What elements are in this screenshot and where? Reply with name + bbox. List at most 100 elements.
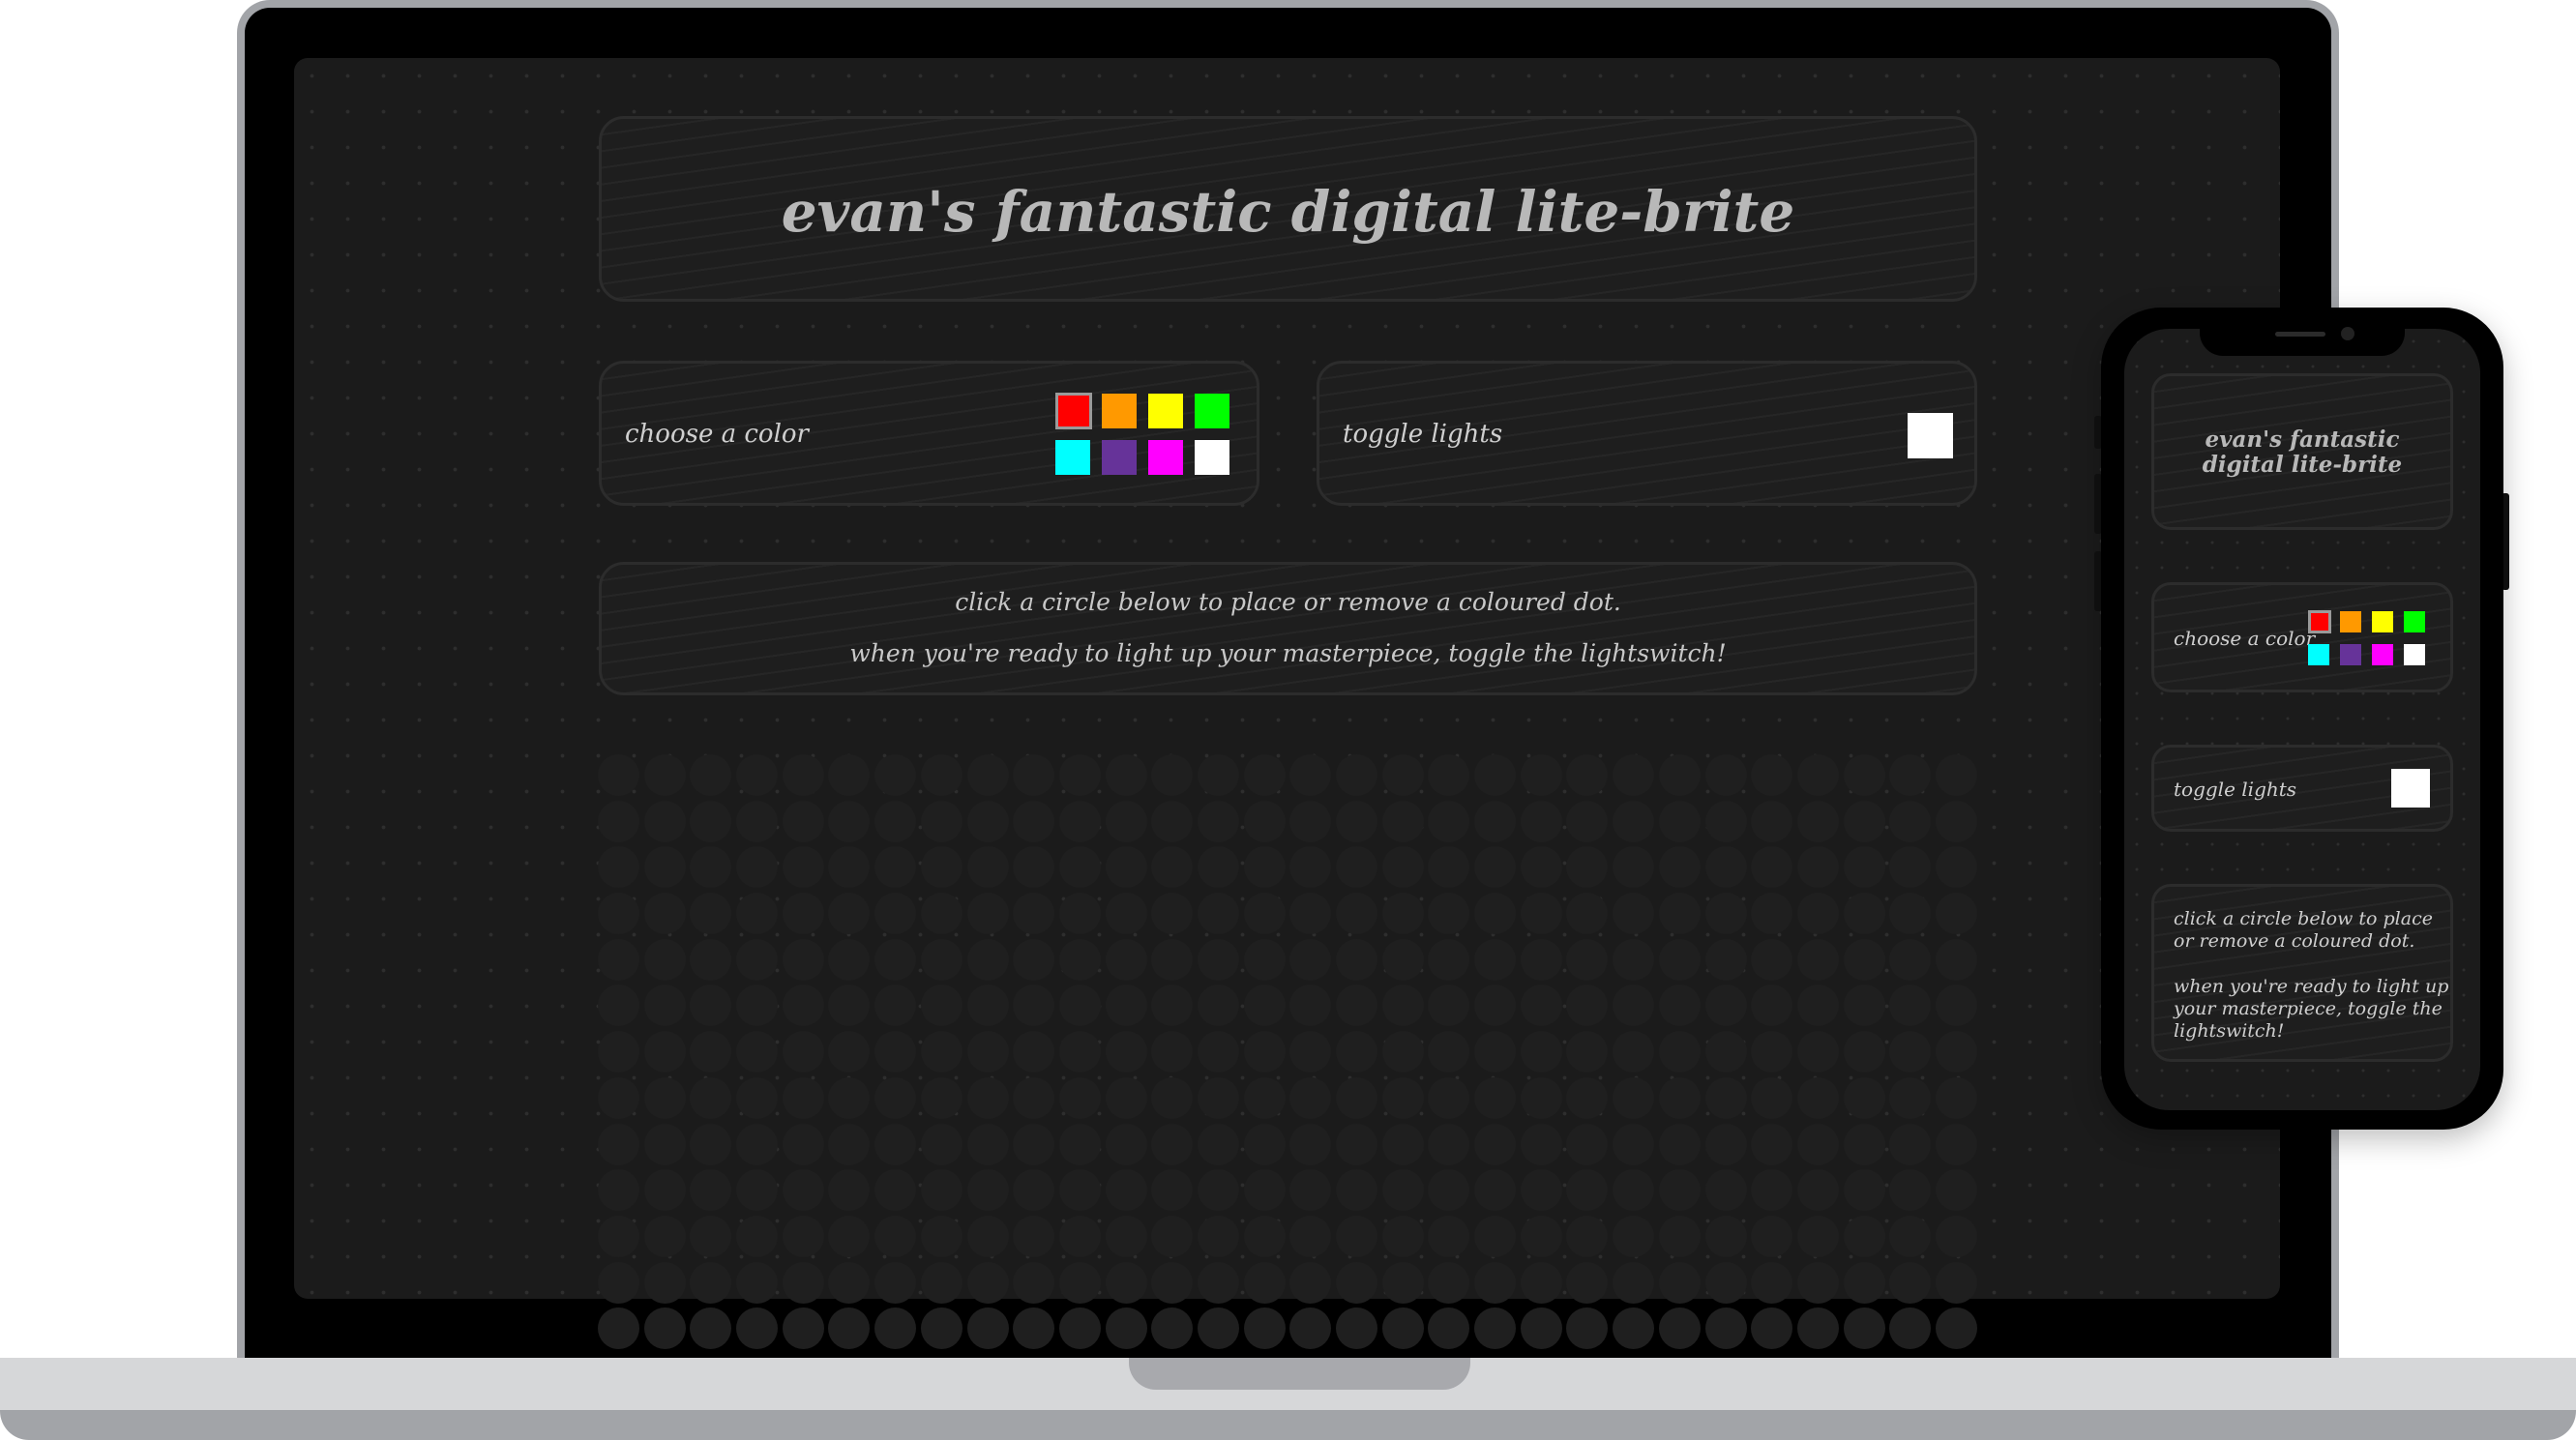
grid-circle[interactable] — [1520, 984, 1562, 1027]
mobile-swatch-orange[interactable] — [2340, 611, 2361, 632]
grid-circle[interactable] — [1243, 1169, 1286, 1212]
grid-circle[interactable] — [1935, 1169, 1977, 1212]
swatch-purple[interactable] — [1102, 440, 1137, 475]
grid-circle[interactable] — [1889, 1261, 1932, 1304]
grid-circle[interactable] — [1243, 1308, 1286, 1350]
grid-circle[interactable] — [690, 893, 732, 935]
grid-circle[interactable] — [1796, 893, 1839, 935]
grid-circle[interactable] — [1704, 1123, 1747, 1165]
grid-circle[interactable] — [1935, 1031, 1977, 1073]
grid-circle[interactable] — [1428, 754, 1470, 796]
grid-circle[interactable] — [1474, 1031, 1517, 1073]
grid-circle[interactable] — [690, 846, 732, 889]
grid-circle[interactable] — [1566, 1123, 1609, 1165]
grid-circle[interactable] — [643, 1261, 686, 1304]
grid-circle[interactable] — [1474, 1076, 1517, 1119]
grid-circle[interactable] — [1243, 938, 1286, 981]
grid-circle[interactable] — [782, 1169, 824, 1212]
grid-circle[interactable] — [598, 1215, 639, 1257]
mobile-swatch-yellow[interactable] — [2372, 611, 2393, 632]
grid-circle[interactable] — [598, 754, 639, 796]
grid-circle[interactable] — [1105, 1215, 1147, 1257]
grid-circle[interactable] — [1105, 1031, 1147, 1073]
grid-circle[interactable] — [1704, 893, 1747, 935]
grid-circle[interactable] — [1381, 893, 1424, 935]
grid-circle[interactable] — [1289, 893, 1332, 935]
grid-circle[interactable] — [828, 754, 871, 796]
grid-circle[interactable] — [1428, 1169, 1470, 1212]
grid-circle[interactable] — [828, 984, 871, 1027]
grid-circle[interactable] — [1336, 1169, 1377, 1212]
grid-circle[interactable] — [1658, 893, 1701, 935]
grid-circle[interactable] — [1935, 1215, 1977, 1257]
grid-circle[interactable] — [1151, 1076, 1194, 1119]
grid-circle[interactable] — [690, 938, 732, 981]
grid-circle[interactable] — [874, 1123, 917, 1165]
grid-circle[interactable] — [1105, 1308, 1147, 1350]
grid-circle[interactable] — [1751, 846, 1793, 889]
grid-circle[interactable] — [1704, 1308, 1747, 1350]
grid-circle[interactable] — [1197, 938, 1239, 981]
grid-circle[interactable] — [1336, 754, 1377, 796]
grid-circle[interactable] — [920, 1215, 962, 1257]
grid-circle[interactable] — [1613, 893, 1655, 935]
grid-circle[interactable] — [920, 984, 962, 1027]
grid-circle[interactable] — [1381, 846, 1424, 889]
mobile-swatch-magenta[interactable] — [2372, 644, 2393, 665]
grid-circle[interactable] — [874, 846, 917, 889]
grid-circle[interactable] — [1336, 1261, 1377, 1304]
grid-circle[interactable] — [920, 846, 962, 889]
grid-circle[interactable] — [874, 754, 917, 796]
grid-circle[interactable] — [1289, 1076, 1332, 1119]
grid-circle[interactable] — [736, 1261, 779, 1304]
grid-circle[interactable] — [1336, 1123, 1377, 1165]
grid-circle[interactable] — [1613, 1215, 1655, 1257]
grid-circle[interactable] — [966, 1031, 1009, 1073]
grid-circle[interactable] — [736, 846, 779, 889]
grid-circle[interactable] — [782, 984, 824, 1027]
grid-circle[interactable] — [1843, 754, 1885, 796]
grid-circle[interactable] — [1889, 1169, 1932, 1212]
grid-circle[interactable] — [1336, 1031, 1377, 1073]
grid-circle[interactable] — [1566, 800, 1609, 842]
grid-circle[interactable] — [1566, 1076, 1609, 1119]
grid-circle[interactable] — [736, 754, 779, 796]
grid-circle[interactable] — [1658, 938, 1701, 981]
grid-circle[interactable] — [1843, 984, 1885, 1027]
grid-circle[interactable] — [1751, 1215, 1793, 1257]
grid-circle[interactable] — [736, 1031, 779, 1073]
grid-circle[interactable] — [1474, 893, 1517, 935]
grid-circle[interactable] — [920, 1169, 962, 1212]
grid-circle[interactable] — [966, 1261, 1009, 1304]
grid-circle[interactable] — [1843, 1076, 1885, 1119]
grid-circle[interactable] — [1843, 1031, 1885, 1073]
grid-circle[interactable] — [1613, 1031, 1655, 1073]
grid-circle[interactable] — [690, 754, 732, 796]
grid-circle[interactable] — [690, 1123, 732, 1165]
grid-circle[interactable] — [1336, 938, 1377, 981]
grid-circle[interactable] — [1013, 846, 1055, 889]
grid-circle[interactable] — [1658, 1031, 1701, 1073]
mobile-swatch-white[interactable] — [2404, 644, 2425, 665]
grid-circle[interactable] — [1843, 893, 1885, 935]
grid-circle[interactable] — [1935, 1076, 1977, 1119]
grid-circle[interactable] — [1428, 893, 1470, 935]
grid-circle[interactable] — [1520, 1076, 1562, 1119]
grid-circle[interactable] — [874, 1215, 917, 1257]
grid-circle[interactable] — [1796, 1261, 1839, 1304]
grid-circle[interactable] — [1704, 846, 1747, 889]
grid-circle[interactable] — [1381, 1169, 1424, 1212]
grid-circle[interactable] — [874, 1169, 917, 1212]
grid-circle[interactable] — [1520, 1215, 1562, 1257]
grid-circle[interactable] — [598, 984, 639, 1027]
grid-circle[interactable] — [828, 800, 871, 842]
grid-circle[interactable] — [1796, 1215, 1839, 1257]
grid-circle[interactable] — [1704, 754, 1747, 796]
grid-circle[interactable] — [1889, 754, 1932, 796]
grid-circle[interactable] — [643, 1123, 686, 1165]
grid-circle[interactable] — [1381, 984, 1424, 1027]
grid-circle[interactable] — [1197, 1031, 1239, 1073]
grid-circle[interactable] — [1058, 1031, 1101, 1073]
grid-circle[interactable] — [1013, 1261, 1055, 1304]
grid-circle[interactable] — [1105, 800, 1147, 842]
